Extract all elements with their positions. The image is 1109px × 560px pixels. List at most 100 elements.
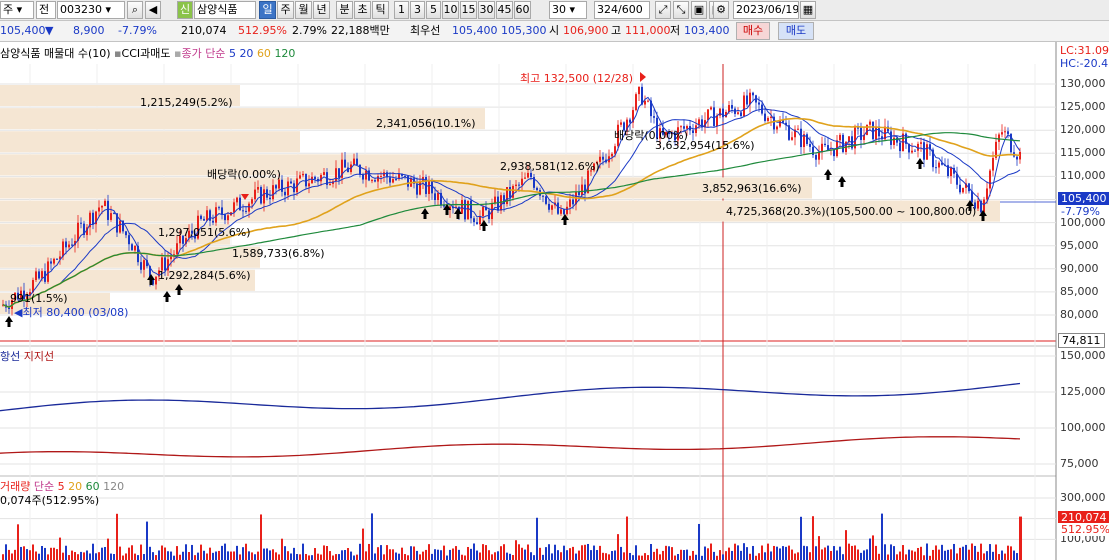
- volume-bar: [263, 548, 265, 560]
- volume-bar: [692, 550, 694, 560]
- volume-bar: [482, 544, 484, 560]
- candle-body: [482, 206, 484, 217]
- price-tick-label: 125,000: [1060, 100, 1106, 114]
- candle-body: [395, 179, 397, 181]
- volume-bar: [536, 517, 538, 560]
- candle-body: [479, 216, 481, 225]
- candle-body: [431, 181, 433, 194]
- low-annotation: ◀최저 80,400 (03/08): [14, 306, 129, 319]
- volume-bar: [971, 543, 973, 560]
- volume-bar: [515, 540, 517, 560]
- volume-bar: [455, 546, 457, 560]
- volume-bar: [305, 553, 307, 560]
- candle-body: [764, 113, 766, 121]
- volume-bar: [494, 552, 496, 560]
- volume-bar: [689, 555, 691, 560]
- volume-bar: [101, 547, 103, 560]
- volume-bar: [518, 544, 520, 560]
- volume-bar: [929, 555, 931, 560]
- candle-body: [362, 174, 364, 180]
- candle-body: [269, 197, 271, 200]
- candle-body: [710, 107, 712, 110]
- volume-bar: [749, 553, 751, 560]
- candle-body: [737, 112, 739, 114]
- volume-bar: [233, 551, 235, 560]
- vp-label-1: 1,215,249(5.2%): [140, 96, 233, 109]
- volume-bar: [539, 547, 541, 560]
- volume-bar: [548, 544, 550, 560]
- volume-bar: [791, 549, 793, 560]
- candle-body: [281, 179, 283, 192]
- candle-body: [569, 199, 571, 207]
- volume-bar: [179, 554, 181, 560]
- volume-bar: [323, 545, 325, 560]
- volume-bar: [554, 544, 556, 560]
- volume-bar: [557, 550, 559, 560]
- vp-label-2: 2,341,056(10.1%): [376, 117, 476, 130]
- volume-bar: [806, 546, 808, 560]
- volume-bar: [92, 543, 94, 560]
- vp-label-5: 1,292,284(5.6%): [158, 269, 251, 282]
- volume-bar: [410, 546, 412, 560]
- candle-body: [983, 199, 985, 213]
- candle-body: [815, 154, 817, 160]
- volume-bar: [80, 551, 82, 560]
- candle-body: [527, 172, 529, 178]
- candle-body: [428, 181, 430, 194]
- candle-body: [41, 271, 43, 279]
- volume-bar: [362, 528, 364, 560]
- price-tick-label: 130,000: [1060, 77, 1106, 90]
- candle-body: [338, 168, 340, 178]
- volume-bar: [917, 547, 919, 560]
- high-annotation: 최고 132,500 (12/28): [520, 72, 634, 85]
- volume-bar: [761, 545, 763, 560]
- volume-bar: [38, 553, 40, 560]
- volume-bar: [182, 551, 184, 560]
- volume-bar: [872, 535, 874, 560]
- candle-body: [308, 183, 310, 187]
- volume-bar: [32, 544, 34, 560]
- volume-bar: [98, 552, 100, 560]
- volume-bar: [713, 551, 715, 560]
- volume-bar: [77, 554, 79, 560]
- volume-bar: [752, 545, 754, 560]
- ma120-legend: 120: [274, 47, 296, 60]
- candle-body: [692, 130, 694, 133]
- volume-bar: [431, 553, 433, 560]
- volume-bar: [110, 553, 112, 560]
- volume-bar: [230, 551, 232, 560]
- volume-bar: [239, 554, 241, 560]
- candle-body: [869, 121, 871, 125]
- candle-body: [365, 170, 367, 180]
- price-tick-label: 90,000: [1060, 261, 1099, 275]
- volume-bar: [209, 547, 211, 560]
- volume-bar: [509, 553, 511, 560]
- volume-bar: [41, 545, 43, 560]
- candle-body: [335, 168, 337, 182]
- volume-bar: [809, 552, 811, 560]
- volume-bar: [704, 546, 706, 560]
- volume-bar: [23, 546, 25, 560]
- volume-bar: [740, 550, 742, 560]
- volume-bar: [629, 552, 631, 560]
- volume-bar: [563, 545, 565, 560]
- volume-bar: [701, 555, 703, 560]
- volume-bar: [818, 536, 820, 560]
- volume-bar: [236, 545, 238, 560]
- volume-bar: [329, 551, 331, 560]
- ma60-legend: 60: [256, 47, 271, 60]
- volume-bar: [542, 554, 544, 560]
- volume-bar: [932, 549, 934, 560]
- candle-body: [206, 210, 208, 221]
- volume-bar: [995, 544, 997, 560]
- volume-bar: [782, 546, 784, 560]
- volume-bar: [173, 555, 175, 560]
- volume-bar: [401, 547, 403, 560]
- volume-bar: [155, 555, 157, 560]
- volume-bar: [287, 551, 289, 560]
- volume-profile-bar: [0, 177, 812, 199]
- volume-bar: [698, 523, 700, 560]
- volume-bar: [326, 545, 328, 560]
- candle-body: [926, 144, 928, 160]
- volume-bar: [29, 550, 31, 560]
